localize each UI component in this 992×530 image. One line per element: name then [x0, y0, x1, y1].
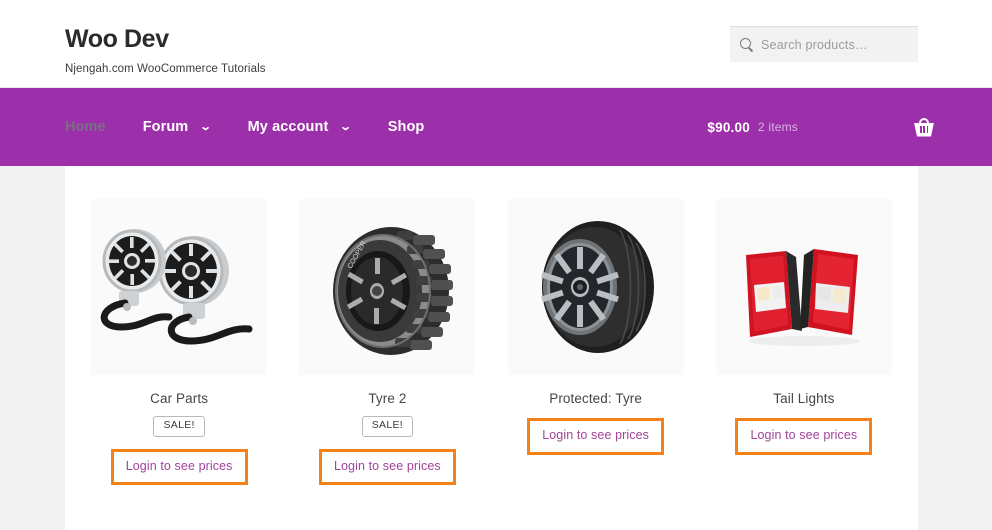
nav-item-forum-label: Forum: [143, 119, 189, 135]
nav-item-home[interactable]: Home: [65, 119, 106, 135]
nav-item-home-label: Home: [65, 119, 106, 135]
login-to-see-prices-button[interactable]: Login to see prices: [111, 449, 248, 486]
product-thumbnail[interactable]: [91, 199, 267, 375]
product-title: Tail Lights: [708, 391, 900, 406]
product-title: Protected: Tyre: [500, 391, 692, 406]
offroad-tyre-image: COOPER: [299, 199, 475, 375]
product-card[interactable]: Car Parts SALE! Login to see prices: [75, 199, 283, 485]
tail-lights-image: [716, 199, 892, 375]
shopping-basket-icon[interactable]: [914, 118, 934, 137]
basket-slot: [920, 126, 922, 133]
search-icon: [740, 38, 754, 52]
nav-item-forum[interactable]: Forum ⌄: [143, 119, 211, 135]
product-title: Car Parts: [83, 391, 275, 406]
site-header: Woo Dev Njengah.com WooCommerce Tutorial…: [0, 0, 992, 88]
login-to-see-prices-button[interactable]: Login to see prices: [527, 418, 664, 455]
product-card[interactable]: COOPER Tyre 2 SALE! Login to see prices: [283, 199, 491, 485]
nav-item-my-account[interactable]: My account ⌄: [248, 119, 351, 135]
product-grid: Car Parts SALE! Login to see prices: [65, 199, 918, 485]
nav-item-shop[interactable]: Shop: [388, 119, 425, 135]
product-title: Tyre 2: [291, 391, 483, 406]
alloy-wheel-tyre-image: [508, 199, 684, 375]
cart-total-amount: $90.00: [707, 120, 750, 135]
basket-slot: [927, 126, 929, 133]
site-tagline: Njengah.com WooCommerce Tutorials: [65, 63, 266, 75]
cart-summary[interactable]: $90.00 2 items: [707, 88, 934, 166]
car-speakers-image: [91, 199, 267, 375]
site-title: Woo Dev: [65, 26, 266, 54]
basket-slot: [923, 126, 925, 133]
product-card[interactable]: Tail Lights Login to see prices: [700, 199, 908, 485]
site-branding[interactable]: Woo Dev Njengah.com WooCommerce Tutorial…: [65, 26, 266, 75]
chevron-down-icon[interactable]: ⌄: [340, 122, 353, 133]
product-thumbnail[interactable]: [508, 199, 684, 375]
nav-menu: Home Forum ⌄ My account ⌄ Shop: [65, 119, 461, 135]
product-card[interactable]: Protected: Tyre Login to see prices: [492, 199, 700, 485]
product-thumbnail[interactable]: COOPER: [299, 199, 475, 375]
shop-content-area: Car Parts SALE! Login to see prices: [65, 166, 918, 530]
login-to-see-prices-button[interactable]: Login to see prices: [319, 449, 456, 486]
sale-badge: SALE!: [362, 416, 413, 437]
product-search-box[interactable]: [730, 26, 918, 62]
sale-badge: SALE!: [153, 416, 204, 437]
nav-item-shop-label: Shop: [388, 119, 425, 135]
chevron-down-icon[interactable]: ⌄: [200, 122, 213, 133]
product-thumbnail[interactable]: [716, 199, 892, 375]
login-to-see-prices-button[interactable]: Login to see prices: [735, 418, 872, 455]
primary-navigation: Home Forum ⌄ My account ⌄ Shop $90.00 2 …: [0, 88, 992, 166]
page-background: Car Parts SALE! Login to see prices: [0, 166, 992, 530]
cart-item-count: 2 items: [758, 120, 798, 134]
nav-item-my-account-label: My account: [248, 119, 329, 135]
search-input[interactable]: [761, 38, 908, 52]
